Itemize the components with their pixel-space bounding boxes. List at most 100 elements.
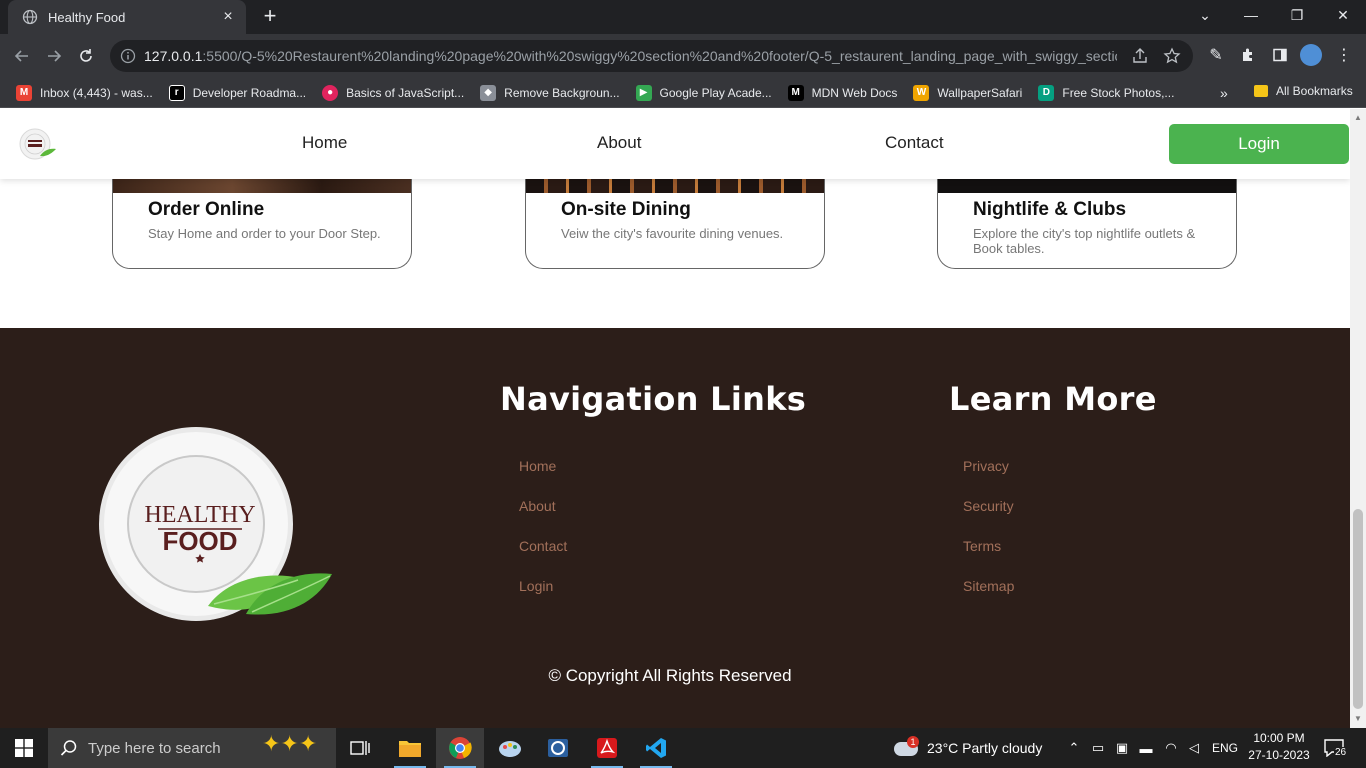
new-tab-button[interactable]: + [259,5,281,27]
wifi-icon[interactable]: ◠ [1163,740,1179,756]
footer-link-terms[interactable]: Terms [963,538,1001,554]
windows-logo-icon [15,739,33,757]
search-highlight-icon: ✦✦✦ [262,731,318,756]
more-bookmarks-icon[interactable]: » [1220,85,1228,101]
nav-home-link[interactable]: Home [302,133,347,153]
system-clock[interactable]: 10:00 PM 27-10-2023 [1246,730,1312,764]
extensions-icon[interactable] [1237,44,1259,66]
bookmarks-bar: M Inbox (4,443) - was... r Developer Roadm… [0,78,1366,108]
nav-about-link[interactable]: About [597,133,641,153]
card-title: On-site Dining [561,199,691,220]
wallpapersafari-icon: W [913,84,930,101]
tab-search-icon[interactable]: ⌄ [1182,0,1228,30]
address-bar[interactable]: 127.0.0.1:5500/Q-5%20Restaurent%20landin… [110,40,1193,72]
reload-button[interactable] [72,42,100,70]
meet-now-icon[interactable]: ▭ [1090,740,1106,756]
copyright-text: © Copyright All Rights Reserved [548,666,792,685]
taskbar-search-box[interactable]: Type here to search ✦✦✦ [48,728,336,768]
footer-link-home[interactable]: Home [519,458,556,474]
gmail-icon: M [16,84,32,101]
js-basics-icon: ● [322,84,339,101]
task-view-icon[interactable] [336,728,384,768]
logo-healthy-text: HEALTHY [144,502,255,528]
bookmark-star-icon[interactable] [1163,47,1181,65]
url-path: :5500/Q-5%20Restaurent%20landing%20page%… [202,48,1117,64]
clock-date: 27-10-2023 [1248,748,1310,762]
bookmark-item[interactable]: M MDN Web Docs [787,84,897,101]
globe-icon [22,9,38,25]
removebg-icon: ◆ [480,84,497,101]
windows-taskbar: Type here to search ✦✦✦ 1 23°C Partly cl… [0,728,1366,768]
vscode-icon[interactable] [632,728,680,768]
roadmap-icon: r [168,84,185,101]
start-button[interactable] [0,728,48,768]
site-navbar: Home About Contact Login [0,109,1350,179]
chrome-icon[interactable] [436,728,484,768]
show-hidden-icons-chevron-icon[interactable]: ⌃ [1066,740,1082,756]
url-host: 127.0.0.1 [144,48,203,64]
footer-link-sitemap[interactable]: Sitemap [963,578,1014,594]
site-info-icon[interactable] [120,48,136,64]
weather-widget[interactable]: 1 23°C Partly cloudy [894,728,1042,768]
footer-link-security[interactable]: Security [963,498,1014,514]
scrollbar-thumb[interactable] [1353,509,1363,709]
all-bookmarks-button[interactable]: All Bookmarks [1254,84,1353,98]
browser-tab-bar: Healthy Food × + ⌄ — ❐ ✕ [0,0,1366,34]
share-icon[interactable] [1131,47,1149,65]
scroll-up-arrow-icon[interactable]: ▲ [1354,114,1362,122]
card-title: Order Online [148,199,265,220]
bookmark-item[interactable]: r Developer Roadma... [168,84,306,101]
footer-learn-heading: Learn More [949,380,1157,418]
back-button[interactable] [8,42,36,70]
search-icon [60,740,77,756]
notification-count: 26 [1334,747,1348,758]
side-panel-icon[interactable] [1269,44,1291,66]
footer-nav-heading: Navigation Links [500,380,807,418]
bookmark-item[interactable]: D Free Stock Photos,... [1038,84,1174,101]
menu-kebab-icon[interactable]: ⋮ [1333,44,1355,66]
volume-icon[interactable]: ◁ [1186,740,1202,756]
bookmark-item[interactable]: ◆ Remove Backgroun... [480,84,620,101]
battery-icon[interactable]: ▬ [1138,740,1154,756]
footer-link-login[interactable]: Login [519,578,553,594]
page-viewport: Order Online Stay Home and order to your… [0,109,1350,728]
footer-link-privacy[interactable]: Privacy [963,458,1009,474]
bookmark-item[interactable]: W WallpaperSafari [913,84,1022,101]
weather-badge: 1 [907,736,919,748]
paint-app-icon[interactable] [486,728,534,768]
logo-food-text: FOOD [162,526,237,556]
restore-button[interactable]: ❐ [1274,0,1320,30]
profile-avatar[interactable] [1300,44,1322,66]
footer-link-contact[interactable]: Contact [519,538,567,554]
acrobat-icon[interactable] [583,728,631,768]
footer-link-about[interactable]: About [519,498,556,514]
bookmark-item[interactable]: ▶ Google Play Acade... [635,84,772,101]
site-footer: HEALTHY FOOD Navigation Links Home About… [0,328,1350,728]
close-tab-icon[interactable]: × [220,9,236,25]
page-scrollbar[interactable]: ▲ ▼ [1350,109,1366,728]
minimize-button[interactable]: — [1228,0,1274,30]
snipping-tool-icon[interactable] [534,728,582,768]
language-indicator[interactable]: ENG [1212,728,1238,768]
weather-cloud-icon: 1 [894,736,920,758]
nav-contact-link[interactable]: Contact [885,133,944,153]
close-window-button[interactable]: ✕ [1320,0,1366,30]
notification-center-button[interactable]: 26 [1322,738,1352,760]
footer-logo: HEALTHY FOOD [99,427,332,621]
clock-time: 10:00 PM [1253,731,1305,745]
search-placeholder: Type here to search [88,739,221,757]
site-logo[interactable] [18,126,58,166]
bookmark-item[interactable]: M Inbox (4,443) - was... [16,84,153,101]
browser-tab[interactable]: Healthy Food × [8,0,246,34]
folder-icon [1254,85,1268,97]
bookmark-item[interactable]: ● Basics of JavaScript... [322,84,464,101]
display-icon[interactable]: ▣ [1114,740,1130,756]
pen-extension-icon[interactable]: ✎ [1205,44,1227,66]
card-title: Nightlife & Clubs [973,199,1127,220]
file-explorer-icon[interactable] [386,728,434,768]
tab-title: Healthy Food [48,9,126,25]
scroll-down-arrow-icon[interactable]: ▼ [1354,715,1362,723]
forward-button[interactable] [40,42,68,70]
login-button[interactable]: Login [1169,124,1349,164]
card-description: Stay Home and order to your Door Step. [148,226,381,241]
